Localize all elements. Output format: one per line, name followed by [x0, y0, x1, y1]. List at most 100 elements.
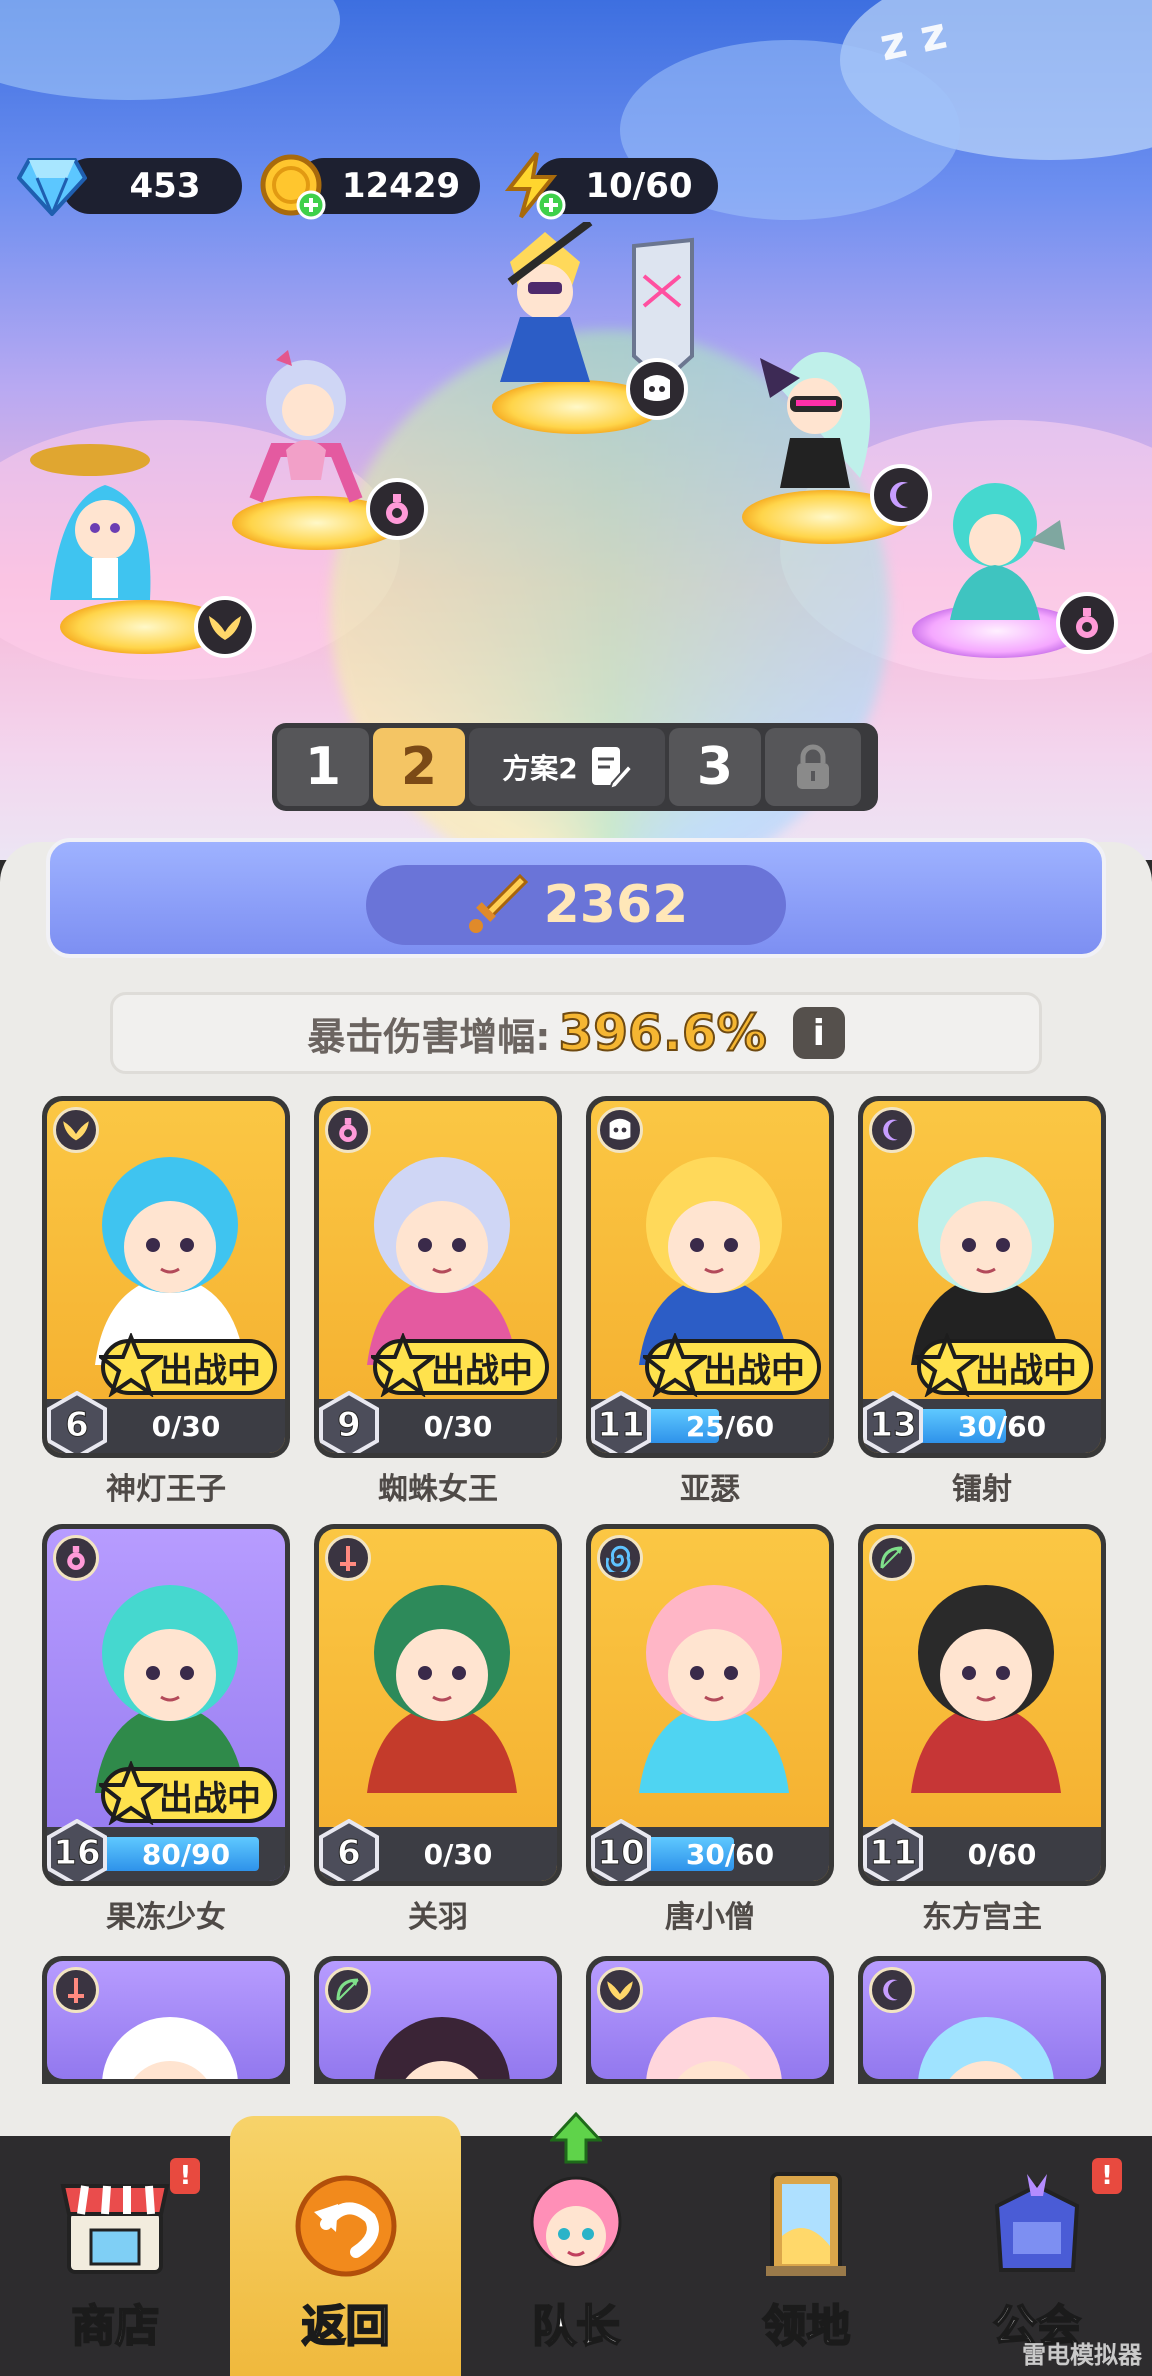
level-value: 11	[869, 1833, 917, 1874]
hero-name: 关羽	[408, 1900, 468, 1935]
emulator-watermark: 雷电模拟器	[1022, 2341, 1142, 2369]
bow-icon	[325, 1967, 371, 2013]
progress-text: 0/60	[967, 1837, 1037, 1871]
level-badge: 16	[47, 1818, 111, 1881]
hero-card[interactable]: 30/60 10	[586, 1524, 834, 1886]
progress-text: 80/90	[141, 1837, 231, 1871]
hero-card[interactable]: 出战中 0/30 6	[42, 1096, 290, 1458]
jelly-girl-sprite[interactable]	[920, 470, 1070, 640]
level-value: 11	[597, 1405, 645, 1446]
nav-territory-label: 领地	[761, 2300, 851, 2353]
hero-card[interactable]	[314, 1956, 562, 2084]
deployed-badge: 出战中	[915, 1333, 1093, 1397]
energy-count: 10/60	[585, 166, 693, 206]
progress-text: 0/30	[423, 1409, 493, 1443]
territory-icon	[766, 2172, 847, 2276]
progress-text: 0/30	[423, 1837, 493, 1871]
hero-card-art	[591, 1961, 829, 2079]
bow-icon	[869, 1535, 915, 1581]
plan-name-label: 方案2	[502, 752, 578, 785]
hero-portrait	[367, 1585, 517, 1793]
hero-name: 唐小僧	[665, 1900, 755, 1935]
hero-portrait	[918, 2017, 1054, 2079]
wings-icon	[194, 596, 256, 658]
hero-card-art: 0/30 6	[319, 1529, 557, 1881]
level-value: 9	[337, 1405, 362, 1446]
level-badge: 6	[47, 1390, 111, 1453]
star-icon	[643, 1333, 707, 1397]
level-value: 6	[337, 1833, 362, 1874]
hero-name: 神灯王子	[106, 1472, 226, 1507]
deployed-label: 出战中	[703, 1350, 805, 1391]
alert-badge: !	[1092, 2158, 1123, 2194]
locked-plan-tab[interactable]	[765, 728, 861, 806]
hero-name: 果冻少女	[106, 1900, 226, 1935]
level-badge: 9	[319, 1390, 383, 1453]
hero-portrait	[102, 2017, 238, 2079]
energy-plus-icon[interactable]	[494, 148, 570, 224]
hero-portrait	[639, 1585, 789, 1793]
level-badge: 11	[863, 1818, 927, 1881]
level-value: 16	[53, 1833, 101, 1874]
wings-icon	[53, 1107, 99, 1153]
info-icon[interactable]: i	[792, 1007, 845, 1059]
plan-tab-1[interactable]: 1	[277, 728, 369, 806]
cloud	[0, 0, 340, 100]
sword-icon	[53, 1967, 99, 2013]
crit-damage-bonus: 暴击伤害增幅: 396.6% i	[110, 992, 1042, 1074]
nav-return[interactable]: 返回	[230, 2116, 461, 2376]
coin-plus-icon[interactable]	[254, 148, 330, 224]
hero-card[interactable]	[586, 1956, 834, 2084]
hero-name: 镭射	[952, 1472, 1012, 1507]
nav-return-label: 返回	[301, 2300, 391, 2353]
hero-card-art	[319, 1961, 557, 2079]
laser-sprite[interactable]	[740, 328, 890, 498]
nav-territory[interactable]: 领地	[691, 2136, 921, 2376]
lock-icon	[797, 744, 829, 789]
level-value: 13	[869, 1405, 917, 1446]
hero-card[interactable]	[42, 1956, 290, 2084]
deployed-badge: 出战中	[99, 1761, 277, 1825]
potion-icon	[53, 1535, 99, 1581]
crescent-icon	[869, 1967, 915, 2013]
team-power-value: 2362	[543, 875, 689, 935]
upgrade-arrow-icon	[550, 2112, 603, 2164]
nav-shop[interactable]: 商店 !	[0, 2136, 230, 2376]
potion-icon	[366, 478, 428, 540]
deployed-label: 出战中	[159, 1350, 261, 1391]
star-icon	[99, 1333, 163, 1397]
helmet-icon	[597, 1107, 643, 1153]
genie-prince-sprite[interactable]	[30, 440, 180, 610]
progress-text: 30/60	[957, 1409, 1047, 1443]
level-value: 10	[597, 1833, 645, 1874]
level-badge: 11	[591, 1390, 655, 1453]
hero-card-art: 出战中 0/30 6	[47, 1101, 285, 1453]
plan-switcher: 1 2 方案2 3	[272, 723, 878, 811]
hero-card[interactable]: 0/30 6	[314, 1524, 562, 1886]
hero-card-art: 出战中 0/30 9	[319, 1101, 557, 1453]
plan-tab-2[interactable]: 2	[373, 728, 465, 806]
arthur-sprite[interactable]	[470, 222, 620, 392]
plan-name-button[interactable]: 方案2	[469, 728, 665, 806]
hero-card[interactable]: 出战中 0/30 9	[314, 1096, 562, 1458]
captain-icon	[530, 2176, 622, 2268]
hero-card-art: 30/60 10	[591, 1529, 829, 1881]
spiral-icon	[597, 1535, 643, 1581]
level-badge: 13	[863, 1390, 927, 1453]
plan-tab-3[interactable]: 3	[669, 728, 761, 806]
hero-card[interactable]: 出战中 80/90 16	[42, 1524, 290, 1886]
nav-captain[interactable]: 队长	[461, 2112, 691, 2376]
diamond-count: 453	[129, 166, 201, 206]
star-icon	[371, 1333, 435, 1397]
spider-queen-sprite[interactable]	[226, 340, 376, 510]
hero-card[interactable]	[858, 1956, 1106, 2084]
guild-icon	[994, 2174, 1079, 2272]
return-icon	[295, 2175, 397, 2277]
potion-icon	[1056, 592, 1118, 654]
shop-icon	[60, 2184, 170, 2274]
bottom-nav: 商店 ! 返回 队长 领地 公会 ! 雷电模拟器	[0, 2112, 1152, 2376]
hero-card[interactable]: 0/60 11	[858, 1524, 1106, 1886]
hero-card[interactable]: 出战中 30/60 13	[858, 1096, 1106, 1458]
hero-card[interactable]: 出战中 25/60 11	[586, 1096, 834, 1458]
team-power: 2362	[366, 865, 786, 945]
